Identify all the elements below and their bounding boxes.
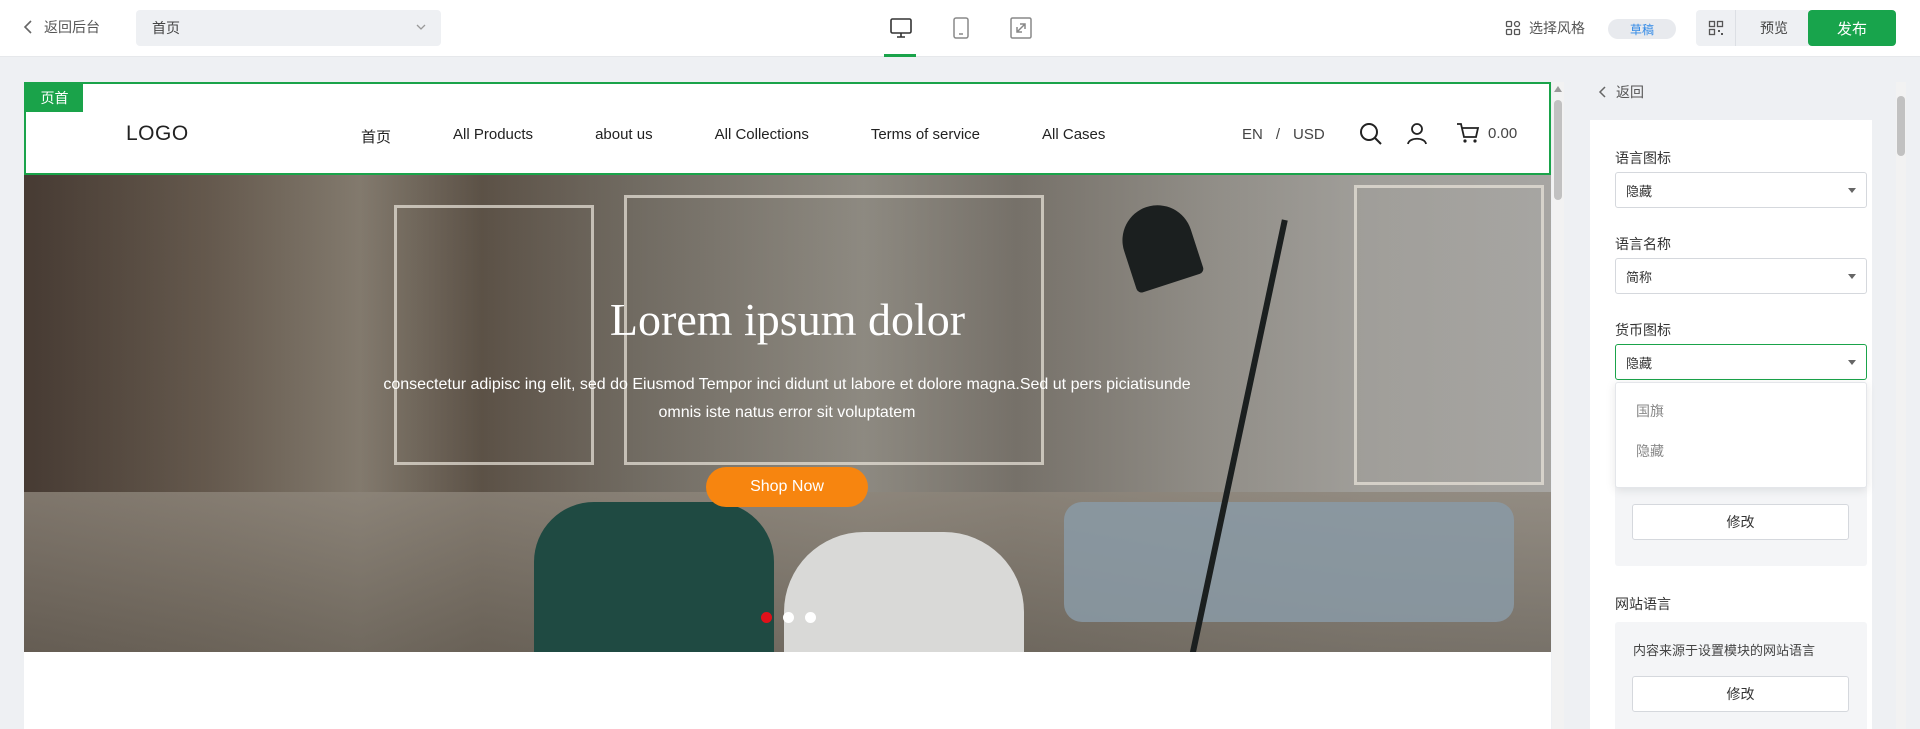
chevron-down-icon bbox=[416, 24, 426, 30]
site-logo[interactable]: LOGO bbox=[126, 122, 189, 146]
carousel-dot[interactable] bbox=[805, 612, 816, 623]
back-to-admin-button[interactable]: 返回后台 bbox=[22, 17, 100, 37]
hero-chair bbox=[534, 502, 774, 652]
panel-back-button[interactable]: 返回 bbox=[1598, 82, 1644, 102]
nav-item-all-products[interactable]: All Products bbox=[453, 126, 533, 147]
language-code: EN bbox=[1242, 126, 1263, 143]
carousel-dot[interactable] bbox=[761, 612, 772, 623]
desktop-view-button[interactable] bbox=[885, 12, 917, 44]
nav-item-about-us[interactable]: about us bbox=[595, 126, 653, 147]
hero-banner[interactable]: Lorem ipsum dolor consectetur adipisc in… bbox=[24, 175, 1551, 652]
settings-panel: 返回 语言图标 隐藏 语言名称 简称 货币图标 修改 隐藏 国旗 隐藏 网站语言… bbox=[1568, 82, 1896, 729]
language-name-label: 语言名称 bbox=[1615, 236, 1671, 252]
hero-subtitle: consectetur adipisc ing elit, sed do Eiu… bbox=[383, 376, 1191, 421]
carousel-dots bbox=[761, 612, 816, 623]
site-header-section[interactable]: 页首 LOGO 首页 All Products about us All Col… bbox=[24, 82, 1551, 175]
site-nav: 首页 All Products about us All Collections… bbox=[361, 126, 1167, 147]
currency-icon-select[interactable]: 隐藏 bbox=[1615, 344, 1867, 380]
hero-title: Lorem ipsum dolor bbox=[609, 294, 966, 345]
section-tag: 页首 bbox=[26, 84, 83, 112]
tablet-icon bbox=[953, 17, 969, 39]
carousel-dot[interactable] bbox=[783, 612, 794, 623]
chevron-left-icon bbox=[1598, 86, 1606, 98]
back-to-admin-label: 返回后台 bbox=[44, 19, 100, 35]
language-name-select[interactable]: 简称 bbox=[1615, 258, 1867, 294]
settings-card: 语言图标 隐藏 语言名称 简称 货币图标 修改 隐藏 国旗 隐藏 网站语言 内容… bbox=[1590, 120, 1872, 729]
page-select[interactable]: 首页 bbox=[136, 10, 441, 46]
language-currency-switcher[interactable]: EN / USD bbox=[1242, 126, 1325, 143]
fullscreen-icon bbox=[1010, 17, 1032, 39]
device-switcher bbox=[885, 12, 1037, 44]
qr-code-button[interactable] bbox=[1696, 10, 1736, 46]
dropdown-option-flag[interactable]: 国旗 bbox=[1636, 401, 1664, 421]
publish-button[interactable]: 发布 bbox=[1808, 10, 1896, 46]
editor-canvas: 页首 LOGO 首页 All Products about us All Col… bbox=[24, 82, 1551, 729]
currency-icon-value: 隐藏 bbox=[1626, 355, 1653, 371]
active-device-indicator bbox=[884, 54, 916, 57]
tablet-view-button[interactable] bbox=[945, 12, 977, 44]
currency-icon-dropdown: 国旗 隐藏 bbox=[1615, 382, 1867, 488]
choose-style-label: 选择风格 bbox=[1529, 20, 1585, 36]
desktop-icon bbox=[890, 18, 912, 38]
fullscreen-view-button[interactable] bbox=[1005, 12, 1037, 44]
language-name-value: 简称 bbox=[1626, 269, 1653, 285]
cart-icon bbox=[1457, 123, 1480, 143]
site-language-label: 网站语言 bbox=[1615, 596, 1671, 612]
panel-back-label: 返回 bbox=[1616, 84, 1644, 100]
page-select-value: 首页 bbox=[152, 20, 180, 36]
qr-code-icon bbox=[1708, 20, 1723, 36]
site-language-note: 内容来源于设置模块的网站语言 bbox=[1633, 643, 1816, 658]
panel-scrollbar[interactable] bbox=[1896, 82, 1906, 729]
dropdown-option-hide[interactable]: 隐藏 bbox=[1636, 441, 1664, 461]
scrollbar-thumb[interactable] bbox=[1554, 100, 1562, 200]
choose-style-button[interactable]: 选择风格 bbox=[1505, 18, 1585, 38]
currency-code: USD bbox=[1293, 126, 1325, 143]
language-icon-label: 语言图标 bbox=[1615, 150, 1671, 166]
caret-down-icon bbox=[1848, 360, 1856, 365]
modify-site-language-button[interactable]: 修改 bbox=[1632, 676, 1849, 712]
hero-sofa bbox=[1064, 502, 1514, 622]
grid-icon bbox=[1505, 20, 1521, 36]
cart-amount: 0.00 bbox=[1488, 124, 1518, 142]
language-icon-value: 隐藏 bbox=[1626, 183, 1653, 199]
hero-lamp bbox=[1113, 196, 1205, 294]
search-icon[interactable] bbox=[1358, 121, 1384, 147]
separator: / bbox=[1275, 126, 1281, 143]
draft-status-badge: 草稿 bbox=[1608, 19, 1676, 39]
preview-button[interactable]: 预览 bbox=[1736, 18, 1812, 38]
language-icon-select[interactable]: 隐藏 bbox=[1615, 172, 1867, 208]
user-icon[interactable] bbox=[1404, 121, 1430, 147]
site-language-box: 内容来源于设置模块的网站语言 修改 bbox=[1615, 622, 1867, 729]
scroll-up-arrow-icon[interactable] bbox=[1554, 86, 1562, 92]
nav-item-all-collections[interactable]: All Collections bbox=[715, 126, 809, 147]
shop-now-button[interactable]: Shop Now bbox=[706, 467, 868, 507]
cart-button[interactable]: 0.00 bbox=[1456, 121, 1517, 145]
modify-button[interactable]: 修改 bbox=[1632, 504, 1849, 540]
nav-item-terms[interactable]: Terms of service bbox=[871, 126, 980, 147]
preview-group: 预览 bbox=[1696, 10, 1812, 46]
hero-chair bbox=[784, 532, 1024, 652]
top-toolbar: 返回后台 首页 选择风格 草稿 预览 发布 bbox=[0, 0, 1920, 57]
canvas-scrollbar[interactable] bbox=[1552, 82, 1564, 729]
chevron-left-icon bbox=[23, 20, 32, 34]
nav-item-all-cases[interactable]: All Cases bbox=[1042, 126, 1105, 147]
caret-down-icon bbox=[1848, 188, 1856, 193]
nav-item-home[interactable]: 首页 bbox=[361, 126, 391, 147]
caret-down-icon bbox=[1848, 274, 1856, 279]
panel-scrollbar-thumb[interactable] bbox=[1897, 96, 1905, 156]
currency-icon-label: 货币图标 bbox=[1615, 322, 1671, 338]
